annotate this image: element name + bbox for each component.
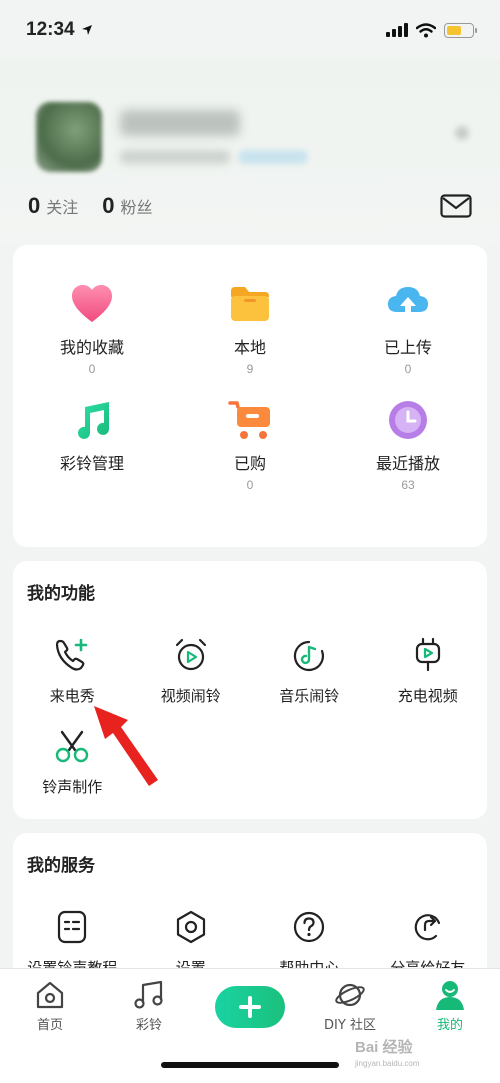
home-icon <box>36 981 64 1009</box>
library-card: 我的收藏 0 本地 9 已上传 0 彩铃管理 已购 0 最近播放 63 <box>13 245 487 547</box>
tab-home[interactable]: 首页 <box>10 979 90 1033</box>
charging-video-item[interactable]: 充电视频 <box>369 635 488 706</box>
shopping-cart-icon <box>228 398 272 442</box>
charging-video-icon <box>408 635 448 675</box>
status-time: 12:34 <box>26 19 75 40</box>
scissors-icon <box>52 726 92 766</box>
help-icon <box>289 907 329 947</box>
create-plus-button[interactable] <box>215 986 285 1028</box>
home-indicator[interactable] <box>161 1062 339 1068</box>
services-title: 我的服务 <box>27 856 95 876</box>
fans-stat[interactable]: 0 粉丝 <box>102 193 152 219</box>
user-icon <box>436 981 464 1010</box>
functions-title: 我的功能 <box>27 584 95 604</box>
username-blurred[interactable] <box>120 110 240 136</box>
clock-icon <box>386 398 430 442</box>
tab-mine[interactable]: 我的 <box>410 979 490 1033</box>
settings-icon <box>171 907 211 947</box>
purchased-item[interactable]: 已购 0 <box>171 398 329 492</box>
call-show-item[interactable]: 来电秀 <box>13 635 132 706</box>
tab-diy-community[interactable]: DIY 社区 <box>310 979 390 1033</box>
profile-header: 0 关注 0 粉丝 <box>0 60 500 245</box>
wifi-icon <box>416 22 436 37</box>
music-alarm-icon <box>289 635 329 675</box>
mail-icon[interactable] <box>440 194 472 218</box>
folder-icon <box>228 282 272 326</box>
tutorial-icon <box>52 907 92 947</box>
profile-chevron-icon[interactable] <box>455 126 469 140</box>
video-alarm-icon <box>171 635 211 675</box>
functions-card: 我的功能 来电秀 视频闹铃 音乐闹铃 充电视频 铃声制作 <box>13 561 487 819</box>
uploaded-item[interactable]: 已上传 0 <box>329 282 487 376</box>
music-alarm-item[interactable]: 音乐闹铃 <box>250 635 369 706</box>
ringback-manage-item[interactable]: 彩铃管理 <box>13 398 171 492</box>
video-alarm-item[interactable]: 视频闹铃 <box>132 635 251 706</box>
share-icon <box>408 907 448 947</box>
favorites-item[interactable]: 我的收藏 0 <box>13 282 171 376</box>
location-arrow-icon <box>81 25 92 35</box>
user-tag-blurred <box>238 150 308 164</box>
baidu-watermark: Bai 经验 jingyan.baidu.com <box>355 1039 420 1068</box>
music-icon <box>134 980 163 1009</box>
red-pointer-arrow <box>94 706 158 786</box>
local-item[interactable]: 本地 9 <box>171 282 329 376</box>
recent-play-item[interactable]: 最近播放 63 <box>329 398 487 492</box>
tab-ringback[interactable]: 彩铃 <box>109 979 189 1033</box>
battery-icon <box>444 22 477 38</box>
heart-icon <box>70 282 114 326</box>
plus-icon <box>239 996 261 1018</box>
planet-icon <box>335 983 365 1007</box>
music-note-icon <box>70 398 114 442</box>
follow-stat[interactable]: 0 关注 <box>28 193 78 219</box>
signal-icon <box>386 23 408 37</box>
user-subtitle-blurred <box>120 150 230 164</box>
phone-plus-icon <box>52 635 92 675</box>
avatar[interactable] <box>36 102 102 172</box>
cloud-upload-icon <box>386 282 430 326</box>
status-bar: 12:34 <box>0 0 500 60</box>
